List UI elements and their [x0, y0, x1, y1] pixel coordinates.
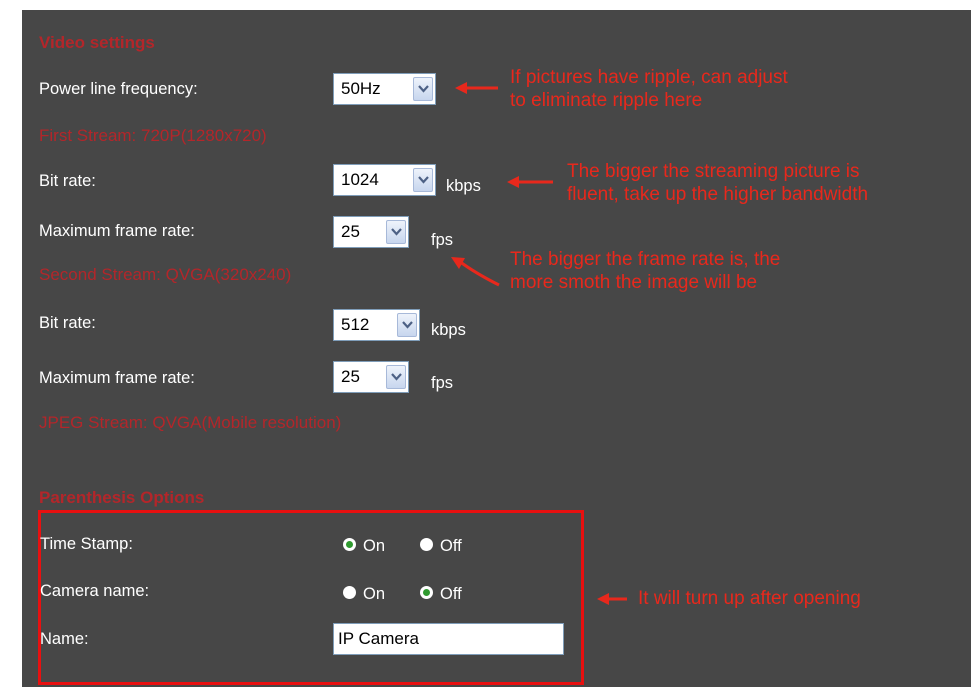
power-line-frequency-label: Power line frequency: — [39, 80, 198, 98]
second-frame-rate-unit: fps — [431, 374, 454, 392]
first-stream-title: First Stream: 720P(1280x720) — [39, 126, 267, 145]
time-stamp-off-radio[interactable] — [420, 538, 433, 551]
chevron-down-icon[interactable] — [413, 168, 433, 192]
camera-name-label: Camera name: — [40, 582, 150, 600]
jpeg-stream-title: JPEG Stream: QVGA(Mobile resolution) — [39, 413, 342, 432]
arrow-left-icon — [507, 176, 553, 188]
second-bit-rate-label: Bit rate: — [39, 314, 96, 332]
parenthesis-options-title: Parenthesis Options — [39, 488, 205, 507]
time-stamp-off-label: Off — [440, 537, 462, 555]
second-bit-rate-select[interactable]: 512 — [333, 309, 420, 341]
first-bit-rate-value: 1024 — [341, 170, 379, 189]
opening-annotation: It will turn up after opening — [638, 588, 861, 609]
power-line-frequency-value: 50Hz — [341, 79, 381, 98]
ripple-annotation: If pictures have ripple, can adjust to e… — [510, 67, 788, 111]
camera-name-input[interactable]: IP Camera — [333, 623, 564, 655]
second-frame-rate-label: Maximum frame rate: — [39, 369, 195, 387]
first-bit-rate-label: Bit rate: — [39, 172, 96, 190]
first-frame-rate-unit: fps — [431, 231, 454, 249]
power-line-frequency-select[interactable]: 50Hz — [333, 73, 436, 105]
camera-name-off-radio[interactable] — [420, 586, 433, 599]
second-bit-rate-unit: kbps — [431, 321, 466, 339]
arrow-curved-icon — [451, 257, 500, 287]
camera-name-input-value: IP Camera — [338, 629, 419, 648]
arrow-left-icon — [455, 82, 498, 94]
chevron-down-icon[interactable] — [397, 313, 417, 337]
first-frame-rate-value: 25 — [341, 222, 360, 241]
first-frame-rate-label: Maximum frame rate: — [39, 222, 195, 240]
first-bit-rate-select[interactable]: 1024 — [333, 164, 436, 196]
camera-name-on-radio[interactable] — [343, 586, 356, 599]
camera-name-off-label: Off — [440, 585, 462, 603]
chevron-down-icon[interactable] — [386, 220, 406, 244]
framerate-annotation: The bigger the frame rate is, the more s… — [510, 249, 781, 293]
video-settings-title: Video settings — [39, 33, 155, 52]
second-bit-rate-value: 512 — [341, 315, 370, 334]
bitrate-annotation: The bigger the streaming picture is flue… — [567, 161, 869, 205]
time-stamp-label: Time Stamp: — [40, 535, 133, 553]
second-stream-title: Second Stream: QVGA(320x240) — [39, 265, 292, 284]
second-frame-rate-value: 25 — [341, 367, 360, 386]
first-bit-rate-unit: kbps — [446, 177, 481, 195]
time-stamp-on-radio[interactable] — [343, 538, 356, 551]
chevron-down-icon[interactable] — [386, 365, 406, 389]
first-frame-rate-select[interactable]: 25 — [333, 216, 409, 248]
second-frame-rate-select[interactable]: 25 — [333, 361, 409, 393]
time-stamp-on-label: On — [363, 537, 386, 555]
name-label: Name: — [40, 630, 89, 648]
camera-name-on-label: On — [363, 585, 386, 603]
chevron-down-icon[interactable] — [413, 77, 433, 101]
arrow-left-icon — [597, 593, 627, 605]
